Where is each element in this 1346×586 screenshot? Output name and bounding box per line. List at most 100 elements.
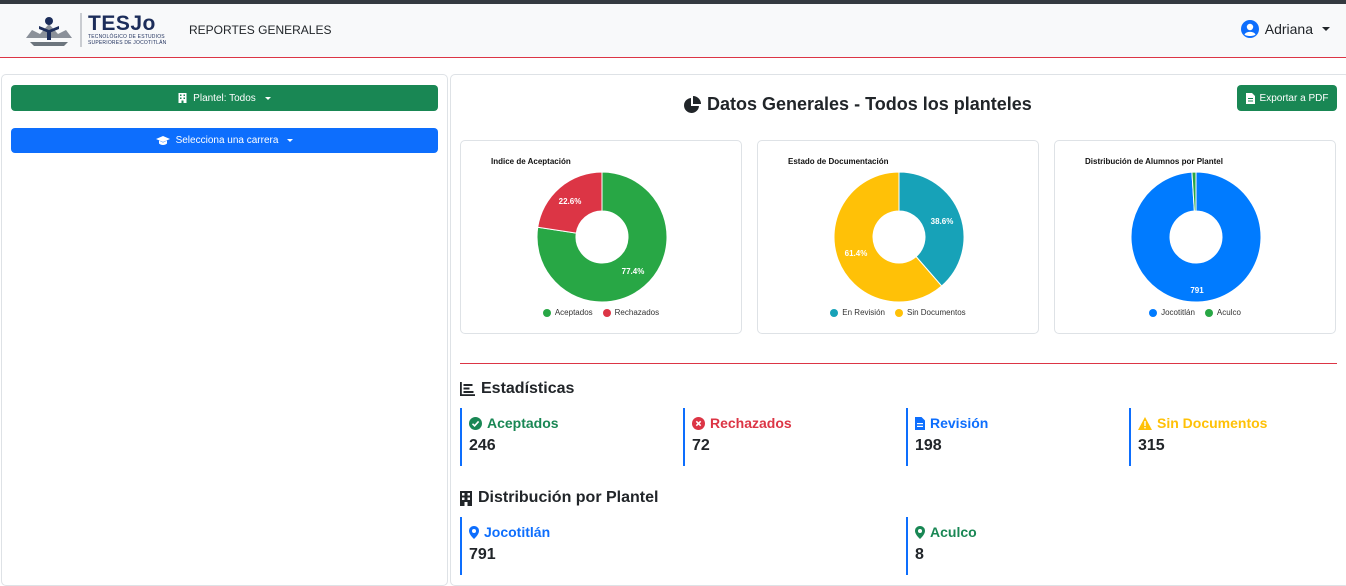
- map-pin-icon: [469, 525, 479, 539]
- tesjo-emblem-icon: [26, 17, 72, 46]
- warning-icon: [1138, 416, 1152, 430]
- section-divider: [460, 363, 1337, 364]
- documentation-donut-chart[interactable]: 38.6% 61.4%: [834, 172, 964, 302]
- logo-title: TESJo: [88, 12, 156, 35]
- plantel-jocotitlan: Jocotitlán 791: [460, 517, 660, 575]
- main-title: Datos Generales - Todos los planteles: [707, 94, 1032, 114]
- stat-value: 791: [469, 546, 496, 563]
- slice-label-aceptados: 77.4%: [622, 267, 645, 276]
- legend-dot: [1149, 308, 1158, 317]
- stat-value: 315: [1138, 437, 1165, 454]
- user-menu[interactable]: Adriana: [1240, 20, 1330, 38]
- stat-value: 8: [915, 546, 924, 563]
- stat-label: Aceptados: [469, 415, 660, 431]
- chevron-down-icon: [264, 96, 271, 100]
- stat-revision: Revisión 198: [906, 408, 1106, 466]
- stat-sin-documentos: Sin Documentos 315: [1129, 408, 1329, 466]
- stat-label-text: Aculco: [930, 524, 977, 540]
- logo-text: TESJo TECNOLÓGICO DE ESTUDIOS SUPERIORES…: [88, 12, 167, 46]
- user-name: Adriana: [1264, 21, 1313, 37]
- check-circle-icon: [469, 416, 482, 430]
- export-pdf-label: Exportar a PDF: [1259, 92, 1329, 104]
- plantel-heading: Distribución por Plantel: [460, 489, 658, 507]
- stat-rechazados: Rechazados 72: [683, 408, 883, 466]
- slice-label-revision: 38.6%: [931, 217, 954, 226]
- acceptance-donut-chart[interactable]: 77.4% 22.6%: [537, 172, 667, 302]
- legend-dot: [542, 308, 551, 317]
- legend-item-sin-documentos[interactable]: Sin Documentos: [894, 308, 966, 317]
- slice-label-rechazados: 22.6%: [559, 197, 582, 206]
- plantel-aculco: Aculco 8: [906, 517, 1106, 575]
- stat-label-text: Aceptados: [487, 415, 559, 431]
- logo-divider: [80, 13, 82, 47]
- carrera-dropdown-button[interactable]: Selecciona una carrera: [11, 128, 438, 153]
- plantel-heading-label: Distribución por Plantel: [478, 489, 659, 506]
- stat-label-text: Revisión: [930, 415, 989, 431]
- map-pin-icon: [915, 525, 925, 539]
- legend-item-en-revision[interactable]: En Revisión: [830, 308, 885, 317]
- legend-label: Jocotitlán: [1161, 308, 1195, 317]
- export-pdf-button[interactable]: Exportar a PDF: [1237, 85, 1337, 111]
- stats-heading-label: Estadísticas: [481, 380, 575, 397]
- pie-chart-icon: [684, 95, 701, 113]
- building-icon: [178, 93, 187, 103]
- chart-card-plantel: Distribución de Alumnos por Plantel 791 …: [1054, 140, 1336, 334]
- stat-label-text: Sin Documentos: [1157, 415, 1268, 431]
- slice-label-jocotitlan: 791: [1190, 286, 1204, 295]
- legend-label: Aceptados: [554, 308, 593, 317]
- stat-value: 198: [915, 437, 942, 454]
- chart-card-acceptance: Indice de Aceptación 77.4% 22.6% Aceptad…: [460, 140, 742, 334]
- user-avatar-icon: [1240, 20, 1259, 38]
- chevron-down-icon: [287, 139, 294, 142]
- building-icon: [460, 490, 472, 506]
- carrera-dropdown-label: Selecciona una carrera: [175, 135, 279, 146]
- legend-label: Rechazados: [614, 308, 660, 317]
- stat-label: Revisión: [915, 415, 1106, 431]
- tesjo-logo[interactable]: TESJo TECNOLÓGICO DE ESTUDIOS SUPERIORES…: [22, 12, 166, 48]
- stat-label: Jocotitlán: [469, 524, 660, 540]
- sidebar: Plantel: Todos Selecciona una carrera: [1, 74, 448, 586]
- x-circle-icon: [692, 416, 705, 430]
- navbar: TESJo TECNOLÓGICO DE ESTUDIOS SUPERIORES…: [0, 4, 1346, 58]
- chart-legend: Aceptados Rechazados: [461, 308, 741, 317]
- legend-dot: [602, 308, 611, 317]
- legend-label: En Revisión: [842, 308, 885, 317]
- main-heading: Datos Generales - Todos los planteles: [683, 94, 1032, 115]
- stat-label-text: Jocotitlán: [484, 524, 551, 540]
- stat-value: 72: [692, 437, 710, 454]
- plantel-dropdown-button[interactable]: Plantel: Todos: [11, 85, 438, 111]
- page-title: REPORTES GENERALES: [189, 23, 332, 37]
- chart-card-documentation: Estado de Documentación 38.6% 61.4% En R…: [757, 140, 1039, 334]
- stat-label-text: Rechazados: [710, 415, 792, 431]
- chevron-down-icon: [1322, 27, 1330, 31]
- chart-title: Estado de Documentación: [788, 157, 889, 166]
- legend-dot: [894, 308, 903, 317]
- stat-label: Rechazados: [692, 415, 883, 431]
- chart-title: Indice de Aceptación: [491, 157, 571, 166]
- plantel-dropdown-label: Plantel: Todos: [193, 92, 256, 104]
- file-pdf-icon: [1245, 92, 1255, 104]
- chart-legend: Jocotitlán Aculco: [1055, 308, 1335, 317]
- legend-dot: [1204, 308, 1213, 317]
- chart-legend: En Revisión Sin Documentos: [758, 308, 1038, 317]
- graduation-cap-icon: [155, 135, 170, 145]
- main-panel: Datos Generales - Todos los planteles Ex…: [450, 74, 1346, 586]
- stats-heading: Estadísticas: [460, 380, 574, 398]
- logo-subtitle-2: SUPERIORES DE JOCOTITLÁN: [88, 40, 167, 46]
- legend-dot: [830, 308, 839, 317]
- legend-label: Sin Documentos: [906, 308, 966, 317]
- chart-title: Distribución de Alumnos por Plantel: [1085, 157, 1223, 166]
- legend-item-aculco[interactable]: Aculco: [1204, 308, 1241, 317]
- stat-label: Sin Documentos: [1138, 415, 1329, 431]
- stat-label: Aculco: [915, 524, 1106, 540]
- slice-label-sin-documentos: 61.4%: [845, 249, 868, 258]
- bar-chart-icon: [460, 382, 475, 396]
- file-icon: [915, 416, 925, 430]
- legend-item-jocotitlan[interactable]: Jocotitlán: [1149, 308, 1195, 317]
- stat-aceptados: Aceptados 246: [460, 408, 660, 466]
- legend-item-aceptados[interactable]: Aceptados: [542, 308, 593, 317]
- plantel-donut-chart[interactable]: 791: [1131, 172, 1261, 302]
- legend-item-rechazados[interactable]: Rechazados: [602, 308, 660, 317]
- stat-value: 246: [469, 437, 496, 454]
- legend-label: Aculco: [1216, 308, 1241, 317]
